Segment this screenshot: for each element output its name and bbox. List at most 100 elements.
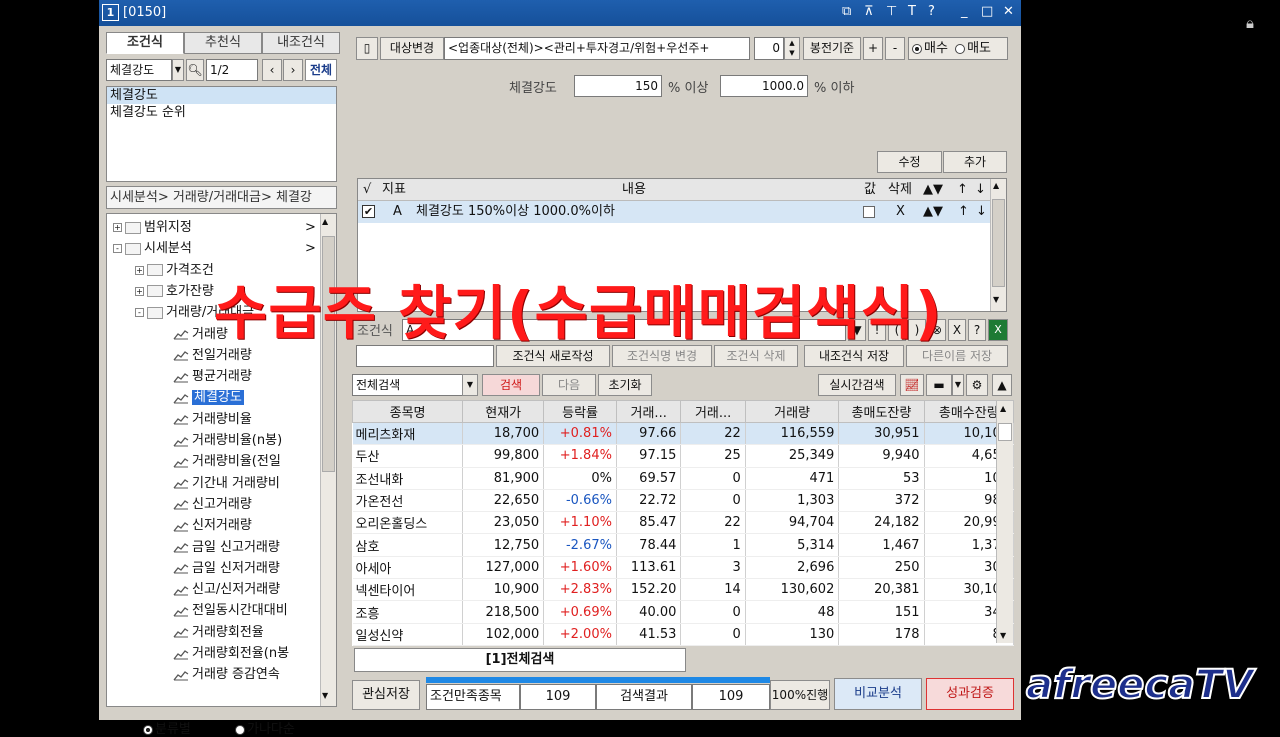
excel-icon[interactable]: X [988, 319, 1008, 341]
panel-toggle-icon[interactable]: ▯ [356, 37, 378, 60]
expand-icon[interactable]: + [113, 223, 122, 232]
edit-button[interactable]: 수정 [877, 151, 942, 173]
value-checkbox[interactable] [863, 206, 875, 218]
condition-select[interactable]: 체결강도 [106, 59, 172, 81]
table-row[interactable]: 넥센타이어 10,900 +2.83% 152.20 14 130,602 20,381 30… [352, 578, 1015, 602]
row-checkbox[interactable]: ✔ [362, 205, 375, 218]
tree-item[interactable]: 체결강도 [173, 387, 244, 408]
bong-spinner[interactable]: 0 [754, 37, 784, 60]
tree-item[interactable]: 금일 신고거래량 [173, 537, 280, 558]
tree-item[interactable]: 거래량비율(n봉) [173, 430, 282, 451]
delete-icon[interactable]: X [896, 201, 905, 223]
tree-item[interactable]: + 가격조건 [135, 260, 214, 281]
table-row[interactable]: 가온전선22,650-0.66%22.7201,303372985 [352, 489, 1015, 513]
table-row[interactable]: 조흥218,500+0.69%40.00048151342 [352, 600, 1015, 624]
reset-button[interactable]: 초기화 [598, 374, 652, 396]
condition-row[interactable]: ✔ A 체결강도 150%이상 1000.0%이하 X ▲▼ ↑ ↓ [358, 201, 990, 223]
plus-button[interactable]: + [863, 37, 883, 60]
collapse-icon[interactable]: ▲ [992, 374, 1012, 396]
expand-icon[interactable]: + [135, 265, 144, 275]
tree-item[interactable]: 거래량회전율 [173, 622, 264, 643]
down-arrow-icon[interactable]: ↓ [976, 201, 987, 223]
up-arrow-icon[interactable]: ↑ [958, 201, 969, 223]
next-button[interactable]: 다음 [542, 374, 596, 396]
expand-icon[interactable]: - [135, 308, 144, 318]
move-arrows-icon[interactable]: ▲▼ [923, 201, 943, 223]
minimize-icon[interactable]: _ [961, 4, 968, 19]
tab-all-search[interactable]: [1]전체검색 [354, 648, 686, 672]
tree-item[interactable]: 거래량 증감연속 [173, 664, 280, 685]
column-header[interactable]: 거래... [680, 400, 746, 423]
tab-my-condition[interactable]: 내조건식 [262, 32, 340, 54]
column-header[interactable]: 거래량 [744, 400, 840, 423]
change-target-button[interactable]: 대상변경 [380, 37, 444, 60]
verify-button[interactable]: 성과검증 [926, 678, 1014, 710]
tree-item[interactable]: + 호가잔량 [135, 281, 214, 302]
list-item[interactable]: 체결강도 순위 [107, 104, 336, 121]
tree-item[interactable]: 금일 신저거래량 [173, 558, 280, 579]
table-row[interactable]: 삼호 12,750 -2.67% 78.44 1 5,314 1,467 1,377 [352, 533, 1015, 557]
results-scrollbar[interactable]: ▲ ▼ [996, 401, 1013, 643]
add-button[interactable]: 추가 [943, 151, 1007, 173]
tree-item[interactable]: 신고/신저거래량 [173, 579, 280, 600]
column-header[interactable]: 현재가 [462, 400, 545, 423]
minus-button[interactable]: - [885, 37, 905, 60]
realtime-search-button[interactable]: 실시간검색 [818, 374, 896, 396]
help-icon[interactable]: ? [928, 4, 935, 19]
op-clear[interactable]: X [948, 319, 966, 341]
list-item[interactable]: 체결강도 [107, 87, 336, 104]
tab-condition[interactable]: 조건식 [106, 32, 184, 54]
tree-item[interactable]: 신고거래량 [173, 494, 252, 515]
tree-item[interactable]: 거래량비율(전일 [173, 451, 281, 472]
restore-icon[interactable]: ⧉ [842, 4, 851, 19]
column-header[interactable]: 종목명 [351, 400, 464, 423]
tree-item[interactable]: 거래량회전율(n봉 [173, 643, 289, 664]
tree-item[interactable]: 신저거래량 [173, 515, 252, 536]
chevron-down-icon[interactable]: ▼ [172, 59, 184, 81]
layout-icon[interactable]: ▬ [926, 374, 952, 396]
compare-button[interactable]: 비교분석 [834, 678, 922, 710]
expand-icon[interactable]: - [113, 244, 122, 254]
font-icon[interactable]: T [908, 4, 916, 19]
table-row[interactable]: 일성신약102,000+2.00%41.53013017887 [352, 623, 1015, 646]
radio-by-category[interactable]: 분류별 [143, 718, 191, 737]
column-header[interactable]: 거래... [615, 400, 682, 423]
table-row[interactable]: 오리온홀딩스 23,050 +1.10% 85.47 22 94,704 24,182 20,… [352, 511, 1015, 535]
tree-item[interactable]: - 시세분석 [113, 238, 192, 259]
tree-item[interactable]: 거래량비율 [173, 409, 252, 430]
bong-basis-button[interactable]: 봉전기준 [803, 37, 861, 60]
column-header[interactable]: 총매도잔량 [838, 400, 925, 423]
spin-arrows-icon[interactable]: ▲ ▼ [784, 37, 800, 60]
tree-item[interactable]: 평균거래량 [173, 366, 252, 387]
table-row[interactable]: 두산 99,800 +1.84% 97.15 25 25,349 9,940 4,652 [352, 444, 1015, 468]
tree-item[interactable]: + 범위지정 [113, 217, 192, 238]
search-icon[interactable]: 🔍︎ [186, 59, 204, 81]
save-watchlist-button[interactable]: 관심저장 [352, 680, 420, 710]
pin-top-icon[interactable]: ⊤ [886, 4, 897, 19]
expand-icon[interactable]: + [135, 286, 144, 296]
radio-alphabetical[interactable]: 가나다순 [235, 718, 295, 737]
buy-sell-toggle[interactable]: 매수 매도 [908, 37, 1008, 60]
chart-icon[interactable]: 📈︎ [900, 374, 924, 396]
table-row[interactable]: 조선내화81,9000%69.57047153100 [352, 467, 1015, 490]
tree-item[interactable]: 전일동시간대대비 [173, 600, 288, 621]
table-row[interactable]: 메리츠화재 18,700 +0.81% 97.66 22 116,559 30,951 10,… [352, 422, 1015, 446]
layout-chevron-icon[interactable]: ▼ [952, 374, 964, 396]
maximize-icon[interactable]: □ [981, 4, 993, 19]
scroll-up-icon[interactable]: ▲ [322, 217, 328, 226]
search-button[interactable]: 검색 [482, 374, 540, 396]
search-scope-select[interactable]: 전체검색 [352, 374, 468, 396]
table-row[interactable]: 아세아127,000+1.60%113.6132,696250303 [352, 556, 1015, 580]
next-page-button[interactable]: › [283, 59, 303, 81]
close-icon[interactable]: ✕ [1003, 4, 1014, 19]
prev-page-button[interactable]: ‹ [262, 59, 282, 81]
page-input[interactable]: 1/2 [206, 59, 258, 81]
column-header[interactable]: 등락률 [543, 400, 617, 423]
pin-icon[interactable]: ⊼ [864, 4, 874, 19]
scope-chevron-icon[interactable]: ▼ [462, 374, 478, 396]
tab-recommended[interactable]: 추천식 [184, 32, 262, 54]
tree-item[interactable]: 기간내 거래량비 [173, 473, 280, 494]
op-help[interactable]: ? [968, 319, 986, 341]
max-input[interactable]: 1000.0 [720, 75, 808, 97]
gear-icon[interactable]: ⚙ [966, 374, 988, 396]
